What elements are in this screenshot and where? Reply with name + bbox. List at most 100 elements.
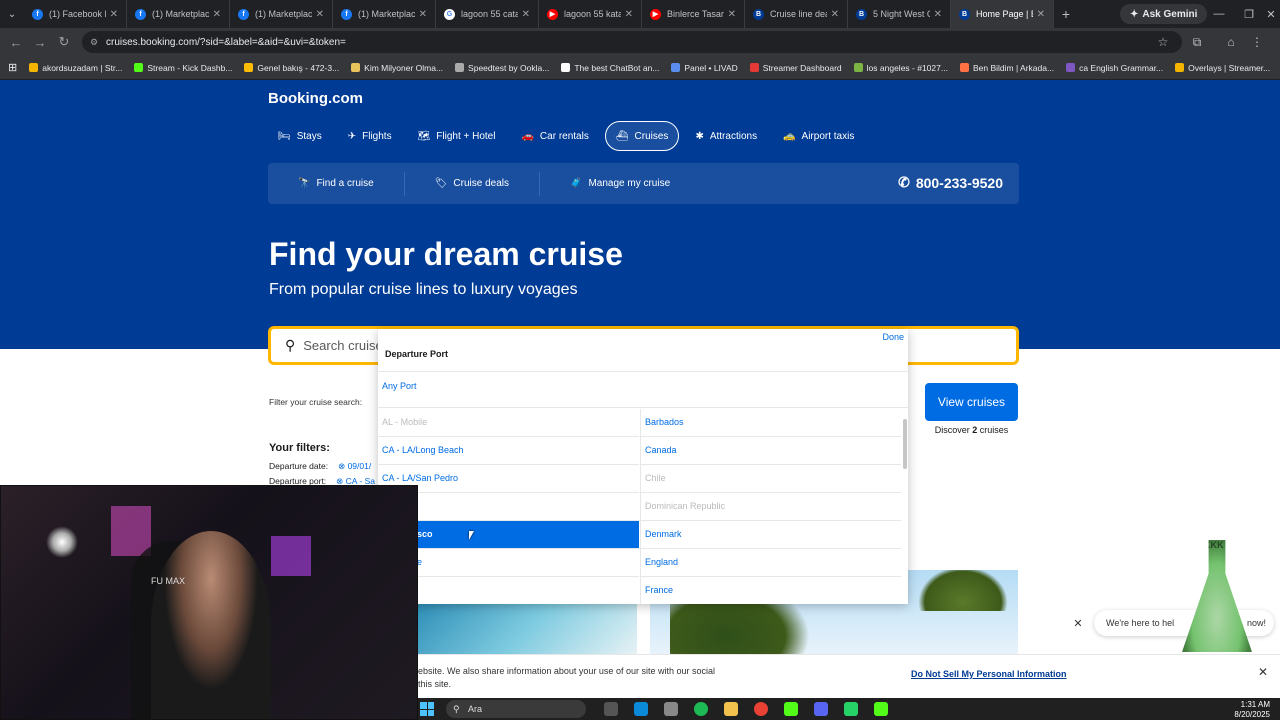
bookmark-item[interactable]: los angeles - #1027...	[853, 63, 948, 73]
edge-icon[interactable]	[634, 702, 648, 716]
profile-icon[interactable]: ⌂	[1218, 28, 1244, 56]
file-explorer-icon[interactable]	[724, 702, 738, 716]
clock[interactable]: 1:31 AM 8/20/2025	[1234, 700, 1270, 720]
minimize-icon[interactable]: —	[1204, 0, 1234, 28]
port-option[interactable]: Denmark	[641, 521, 901, 549]
menu-icon[interactable]: ⋮	[1244, 28, 1270, 56]
close-tab-icon[interactable]: ✕	[522, 9, 530, 20]
browser-tab[interactable]: ▶ Binlerce Tasarı ✕	[642, 0, 745, 28]
tab-favicon-icon: f	[238, 8, 249, 20]
ask-gemini-button[interactable]: ✦ Ask Gemini	[1120, 4, 1208, 24]
nav-flights[interactable]: ✈ Flights	[338, 121, 402, 151]
port-option[interactable]: Barbados	[641, 409, 901, 437]
close-window-icon[interactable]: ✕	[1256, 0, 1280, 28]
kick-icon[interactable]	[784, 702, 798, 716]
whatsapp-icon[interactable]	[844, 702, 858, 716]
do-not-sell-link[interactable]: Do Not Sell My Personal Information	[911, 669, 1067, 679]
browser-tab[interactable]: Glagoon 55 cata ✕	[436, 0, 539, 28]
close-tab-icon[interactable]: ✕	[625, 9, 633, 20]
bookmark-item[interactable]: Speedtest by Ookla...	[455, 63, 549, 73]
port-option[interactable]: England	[641, 549, 901, 577]
chat-bubble[interactable]: We're here to hel now!	[1094, 610, 1274, 636]
spotify-icon[interactable]	[694, 702, 708, 716]
filter-departure-date: Departure date: ⊗ 09/01/	[269, 461, 372, 471]
url-field[interactable]: ⚙ cruises.booking.com/?sid=&label=&aid=&u…	[82, 31, 1182, 53]
close-tab-icon[interactable]: ✕	[110, 9, 118, 20]
port-option[interactable]: Canada	[641, 437, 901, 465]
browser-tab[interactable]: B Home Page | B ✕	[951, 0, 1054, 28]
discover-count: Discover 2 cruises	[934, 425, 1009, 435]
dropdown-scrollbar[interactable]	[903, 419, 907, 469]
github-icon[interactable]	[664, 702, 678, 716]
bookmark-item[interactable]: akordsuzadam | Str...	[29, 63, 122, 73]
port-option: AL - Mobile	[378, 409, 639, 437]
new-tab-button[interactable]: +	[1054, 6, 1078, 22]
address-bar-row: ← → ↻ ⚙ cruises.booking.com/?sid=&label=&…	[0, 28, 1280, 56]
forward-icon[interactable]: →	[28, 35, 52, 50]
bookmark-item[interactable]: Ben Bildim | Arkada...	[959, 63, 1054, 73]
close-tab-icon[interactable]: ✕	[1037, 9, 1045, 20]
browser-tab[interactable]: f(1) Facebook M✕	[24, 0, 127, 28]
browser-tab[interactable]: B5 Night West C ✕	[848, 0, 951, 28]
close-tab-icon[interactable]: ✕	[934, 9, 942, 20]
back-icon[interactable]: ←	[4, 35, 28, 50]
subnav-find-a-cruise[interactable]: 🔭 Find a cruise	[268, 171, 405, 196]
bookmark-item[interactable]: The best ChatBot an...	[561, 63, 659, 73]
nav-airport-taxis[interactable]: 🚕 Airport taxis	[773, 121, 864, 151]
subnav-manage-my-cruise[interactable]: 🧳 Manage my cruise	[540, 172, 700, 196]
mascot-overlay: KKK	[1182, 540, 1252, 652]
search-icon: ⚲	[285, 337, 296, 353]
close-chat-icon[interactable]: ✕	[1069, 614, 1087, 632]
bookmark-item[interactable]: Streamer Dashboard	[749, 63, 842, 73]
browser-tab[interactable]: ▶ lagoon 55 kata ✕	[539, 0, 642, 28]
bookmark-item[interactable]: ca English Grammar...	[1066, 63, 1163, 73]
close-cookie-icon[interactable]: ✕	[1258, 665, 1268, 679]
windows-start-icon[interactable]	[420, 702, 434, 716]
nav-car-rentals[interactable]: 🚗 Car rentals	[511, 121, 598, 151]
close-tab-icon[interactable]: ✕	[213, 9, 221, 20]
chrome-icon[interactable]	[754, 702, 768, 716]
subnav-cruise-deals[interactable]: 🏷 Cruise deals	[405, 171, 540, 196]
view-cruises-button[interactable]: View cruises	[925, 383, 1018, 421]
task-view-icon[interactable]	[604, 702, 618, 716]
nav-stays[interactable]: 🛏 Stays	[268, 121, 332, 151]
bookmark-item[interactable]: Overlays | Streamer...	[1175, 63, 1270, 73]
cruise-subnav: 🔭 Find a cruise 🏷 Cruise deals 🧳 Manage my cr…	[268, 163, 1019, 204]
bookmark-star-icon[interactable]: ☆	[1150, 28, 1176, 56]
browser-tab[interactable]: B Cruise line dea ✕	[745, 0, 848, 28]
tab-favicon-icon: f	[341, 8, 352, 20]
browser-tab[interactable]: f (1) Marketplac ✕	[230, 0, 333, 28]
bookmark-item[interactable]: Genel bakış - 472-3...	[244, 63, 339, 73]
taskbar-search[interactable]: ⚲ Ara	[446, 700, 586, 718]
kick-icon[interactable]	[874, 702, 888, 716]
booking-logo[interactable]: Booking.com	[268, 90, 363, 107]
reload-icon[interactable]: ↻	[52, 34, 76, 50]
nav-attractions[interactable]: ✱ Attractions	[685, 121, 767, 151]
any-port-option[interactable]: Any Port	[378, 371, 908, 408]
port-option[interactable]: CA - LA/Long Beach	[378, 437, 639, 465]
port-option[interactable]: France	[641, 577, 901, 604]
nav-flight-hotel[interactable]: 🗺 Flight + Hotel	[408, 121, 506, 151]
bookmark-item[interactable]: Panel • LIVAD	[671, 63, 738, 73]
discord-icon[interactable]	[814, 702, 828, 716]
apps-icon[interactable]: ⊞	[8, 61, 17, 74]
done-button[interactable]: Done	[882, 332, 904, 342]
gemini-icon: ✦	[1130, 8, 1139, 20]
close-tab-icon[interactable]: ✕	[419, 9, 427, 20]
extensions-icon[interactable]: ⧉	[1184, 28, 1210, 56]
nav-cruises[interactable]: ⛴ Cruises	[604, 121, 680, 151]
phone-number[interactable]: ✆ 800-233-9520	[898, 174, 1003, 191]
tab-search-icon[interactable]: ⌄	[0, 0, 24, 28]
bookmark-item[interactable]: Stream - Kick Dashb...	[134, 63, 232, 73]
close-tab-icon[interactable]: ✕	[831, 9, 839, 20]
port-option: Dominican Republic	[641, 493, 901, 521]
cruise-ship-image[interactable]	[418, 604, 637, 654]
close-tab-icon[interactable]: ✕	[316, 9, 324, 20]
close-tab-icon[interactable]: ✕	[728, 9, 736, 20]
site-info-icon[interactable]: ⚙	[90, 37, 98, 48]
bookmark-item[interactable]: Kim Milyoner Olma...	[351, 63, 443, 73]
bookmark-icon	[351, 63, 361, 72]
browser-tab[interactable]: f (1) Marketplac ✕	[333, 0, 436, 28]
nav-icon: 🛏	[278, 130, 291, 142]
browser-tab[interactable]: f (1) Marketplac ✕	[127, 0, 230, 28]
